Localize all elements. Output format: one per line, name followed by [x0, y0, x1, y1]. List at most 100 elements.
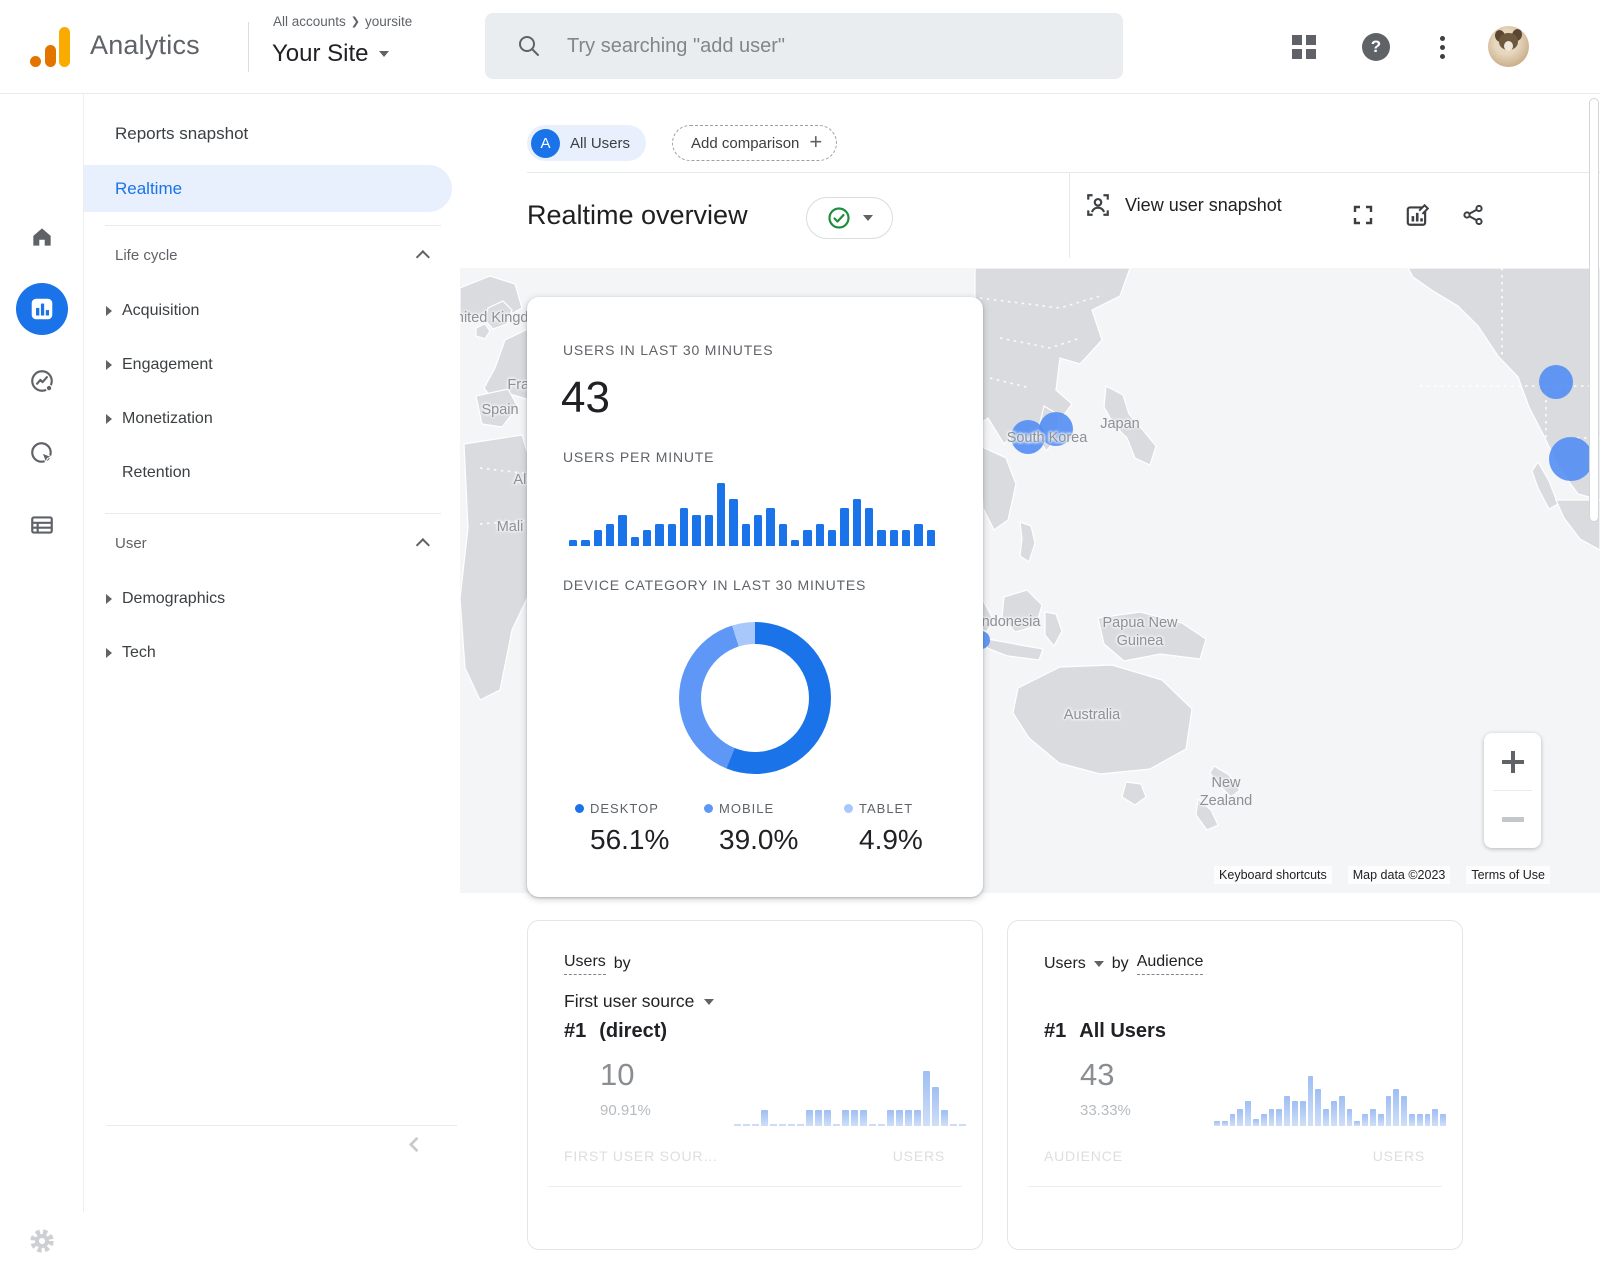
sidebar-item-acquisition[interactable]: Acquisition	[84, 284, 460, 338]
users-30min-value: 43	[561, 373, 610, 423]
sidebar-item-realtime-active[interactable]: Realtime	[84, 165, 452, 212]
expand-arrow-icon	[106, 414, 112, 424]
sidenav-bottom-divider	[106, 1125, 457, 1126]
app-name: Analytics	[90, 30, 200, 61]
chart-bar	[655, 524, 663, 546]
search-input[interactable]: Try searching "add user"	[485, 13, 1123, 79]
chart-bar	[1432, 1109, 1438, 1127]
fullscreen-icon[interactable]	[1346, 198, 1380, 232]
map-attr-terms-of-use[interactable]: Terms of Use	[1466, 866, 1550, 884]
nav-section-user[interactable]: User	[84, 514, 460, 572]
legend-dot	[575, 804, 584, 813]
view-user-snapshot-button[interactable]: View user snapshot	[1085, 192, 1282, 218]
share-icon[interactable]	[1456, 198, 1490, 232]
add-comparison-label: Add comparison	[691, 135, 799, 152]
legend-item-tablet: TABLET4.9%	[844, 801, 923, 856]
metric-selector-row: Users by	[564, 953, 631, 975]
chart-bar	[1393, 1089, 1399, 1127]
chart-bar	[815, 1110, 822, 1126]
toolbar-divider	[527, 172, 1600, 173]
sparkline-zero-dash	[869, 1124, 876, 1127]
avatar[interactable]	[1488, 26, 1529, 67]
app-nav-rail	[0, 94, 84, 1212]
breadcrumb-site[interactable]: yoursite	[365, 14, 412, 29]
customize-report-icon[interactable]	[1400, 198, 1434, 232]
table-header-row: AUDIENCE USERS	[1044, 1148, 1425, 1164]
report-status-pill[interactable]	[806, 197, 893, 239]
explore-icon[interactable]	[16, 355, 68, 407]
map-attr-map-data-2023: Map data ©2023	[1348, 866, 1451, 884]
chart-bar	[1378, 1114, 1384, 1127]
chart-bar	[860, 1110, 867, 1126]
breadcrumb-accounts[interactable]: All accounts	[273, 14, 346, 29]
sidebar-item-demographics[interactable]: Demographics	[84, 572, 460, 626]
chart-bar	[1401, 1096, 1407, 1126]
kebab-menu-icon[interactable]	[1422, 27, 1462, 67]
nav-section-life-cycle[interactable]: Life cycle	[84, 226, 460, 284]
chart-bar	[896, 1110, 903, 1126]
chart-bar	[1237, 1109, 1243, 1127]
users-by-source-card: Users by First user source #1(direct) 10…	[527, 920, 983, 1250]
map-zoom-out-button[interactable]	[1484, 791, 1541, 848]
chevron-down-icon	[1094, 961, 1104, 967]
property-selector[interactable]: Your Site	[272, 40, 389, 68]
chart-bar	[643, 530, 651, 546]
dimension-selector[interactable]: First user source	[564, 991, 714, 1012]
chart-bar	[791, 540, 799, 546]
active-users-map-dot	[1039, 412, 1073, 446]
metric-label: Users	[1044, 955, 1086, 973]
chart-bar	[840, 508, 848, 546]
chart-bar	[902, 530, 910, 546]
home-icon[interactable]	[16, 211, 68, 263]
dimension-selector[interactable]: Audience	[1137, 953, 1204, 975]
sidebar-item-retention[interactable]: Retention	[84, 446, 460, 500]
expand-arrow-icon	[106, 360, 112, 370]
chart-bar	[581, 540, 589, 546]
reports-icon-active[interactable]	[16, 283, 68, 335]
legend-dot	[704, 804, 713, 813]
view-user-snapshot-label: View user snapshot	[1125, 195, 1282, 216]
top-item-value: 10	[600, 1057, 634, 1093]
metric-selector[interactable]: Users	[1044, 955, 1104, 973]
sidebar-item-engagement[interactable]: Engagement	[84, 338, 460, 392]
chart-bar	[1222, 1121, 1228, 1126]
legend-item-mobile: MOBILE39.0%	[704, 801, 798, 856]
check-circle-icon	[827, 206, 851, 230]
sidebar-item-tech[interactable]: Tech	[84, 626, 460, 680]
sparkline-zero-dash	[743, 1124, 750, 1127]
help-icon[interactable]: ?	[1356, 27, 1396, 67]
chart-bar	[1354, 1121, 1360, 1126]
advertising-icon[interactable]	[16, 427, 68, 479]
chart-bar	[1269, 1109, 1275, 1127]
map-zoom-in-button[interactable]	[1484, 733, 1541, 790]
chart-bar	[754, 515, 762, 547]
library-list-icon[interactable]	[16, 499, 68, 551]
top-item-value: 43	[1080, 1057, 1114, 1093]
users-by-audience-card: Users by Audience #1All Users 43 33.33% …	[1007, 920, 1463, 1250]
column-header-users: USERS	[893, 1148, 945, 1164]
chevron-up-icon	[416, 538, 430, 552]
sidebar-item-reports-snapshot[interactable]: Reports snapshot	[84, 114, 460, 154]
segment-chip-all-users[interactable]: A All Users	[527, 125, 646, 161]
metric-selector[interactable]: Users	[564, 953, 606, 975]
apps-grid-icon[interactable]	[1284, 27, 1324, 67]
expand-arrow-icon	[106, 594, 112, 604]
sparkline-zero-dash	[770, 1124, 777, 1127]
add-comparison-chip[interactable]: Add comparison +	[672, 125, 837, 161]
chart-bar	[705, 515, 713, 547]
search-icon	[517, 34, 541, 58]
settings-gear-icon[interactable]	[16, 1215, 68, 1267]
sidebar-item-monetization[interactable]: Monetization	[84, 392, 460, 446]
nav-sections: Life cycleAcquisitionEngagementMonetizat…	[84, 225, 460, 680]
top-item-percent: 33.33%	[1080, 1102, 1131, 1119]
breadcrumb[interactable]: All accounts ❯ yoursite	[273, 14, 412, 29]
page-scrollbar[interactable]	[1589, 98, 1599, 522]
sparkline-zero-dash	[779, 1124, 786, 1127]
legend-percent: 56.1%	[590, 824, 669, 856]
chart-bar	[1276, 1109, 1282, 1127]
chart-bar	[877, 530, 885, 546]
plus-icon: +	[809, 129, 822, 155]
analytics-logo-icon[interactable]	[30, 25, 74, 69]
map-attr-keyboard-shortcuts[interactable]: Keyboard shortcuts	[1214, 866, 1332, 884]
collapse-sidenav-icon[interactable]	[402, 1130, 430, 1158]
